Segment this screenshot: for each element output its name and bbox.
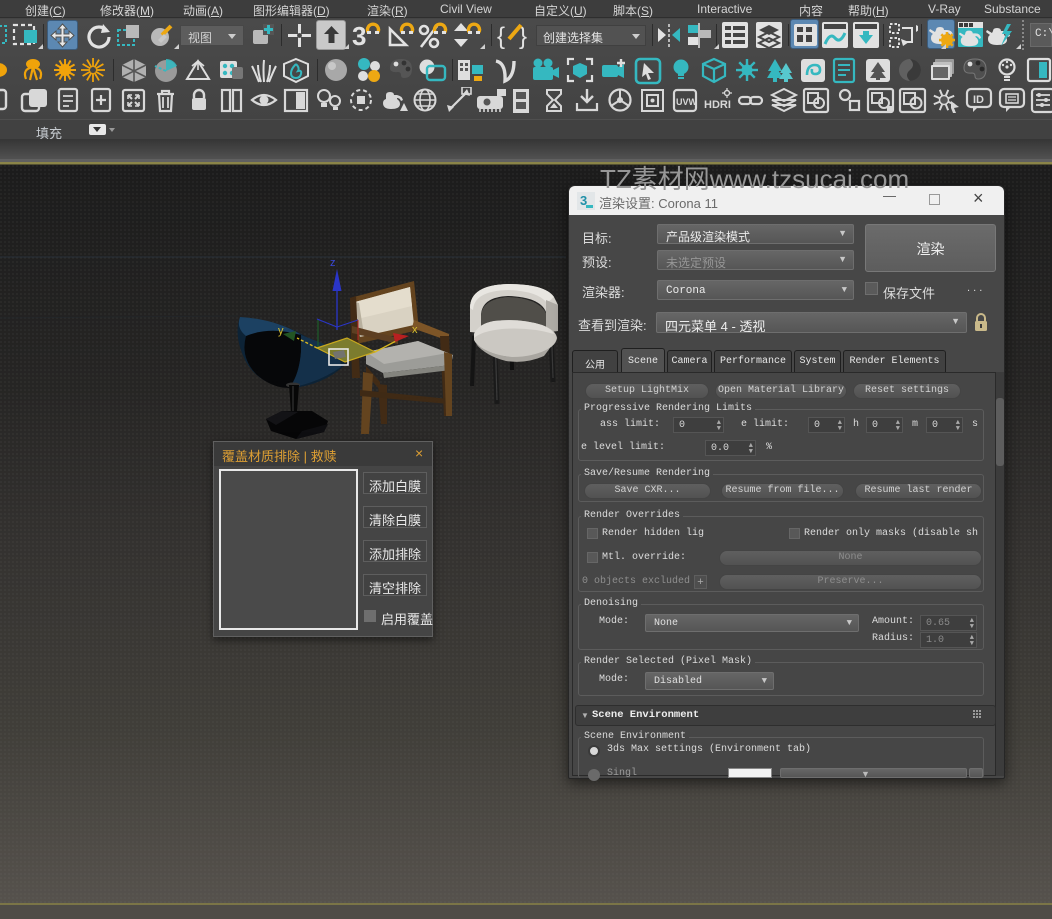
svg-text:{: { bbox=[497, 23, 505, 50]
svg-text:UVW: UVW bbox=[676, 97, 698, 107]
svg-text:3: 3 bbox=[352, 21, 366, 50]
svg-text:ID: ID bbox=[973, 94, 984, 106]
svg-text:x: x bbox=[412, 324, 418, 336]
svg-text:z: z bbox=[330, 257, 336, 269]
svg-text:y: y bbox=[278, 325, 284, 337]
svg-text:HDRI: HDRI bbox=[704, 99, 731, 111]
